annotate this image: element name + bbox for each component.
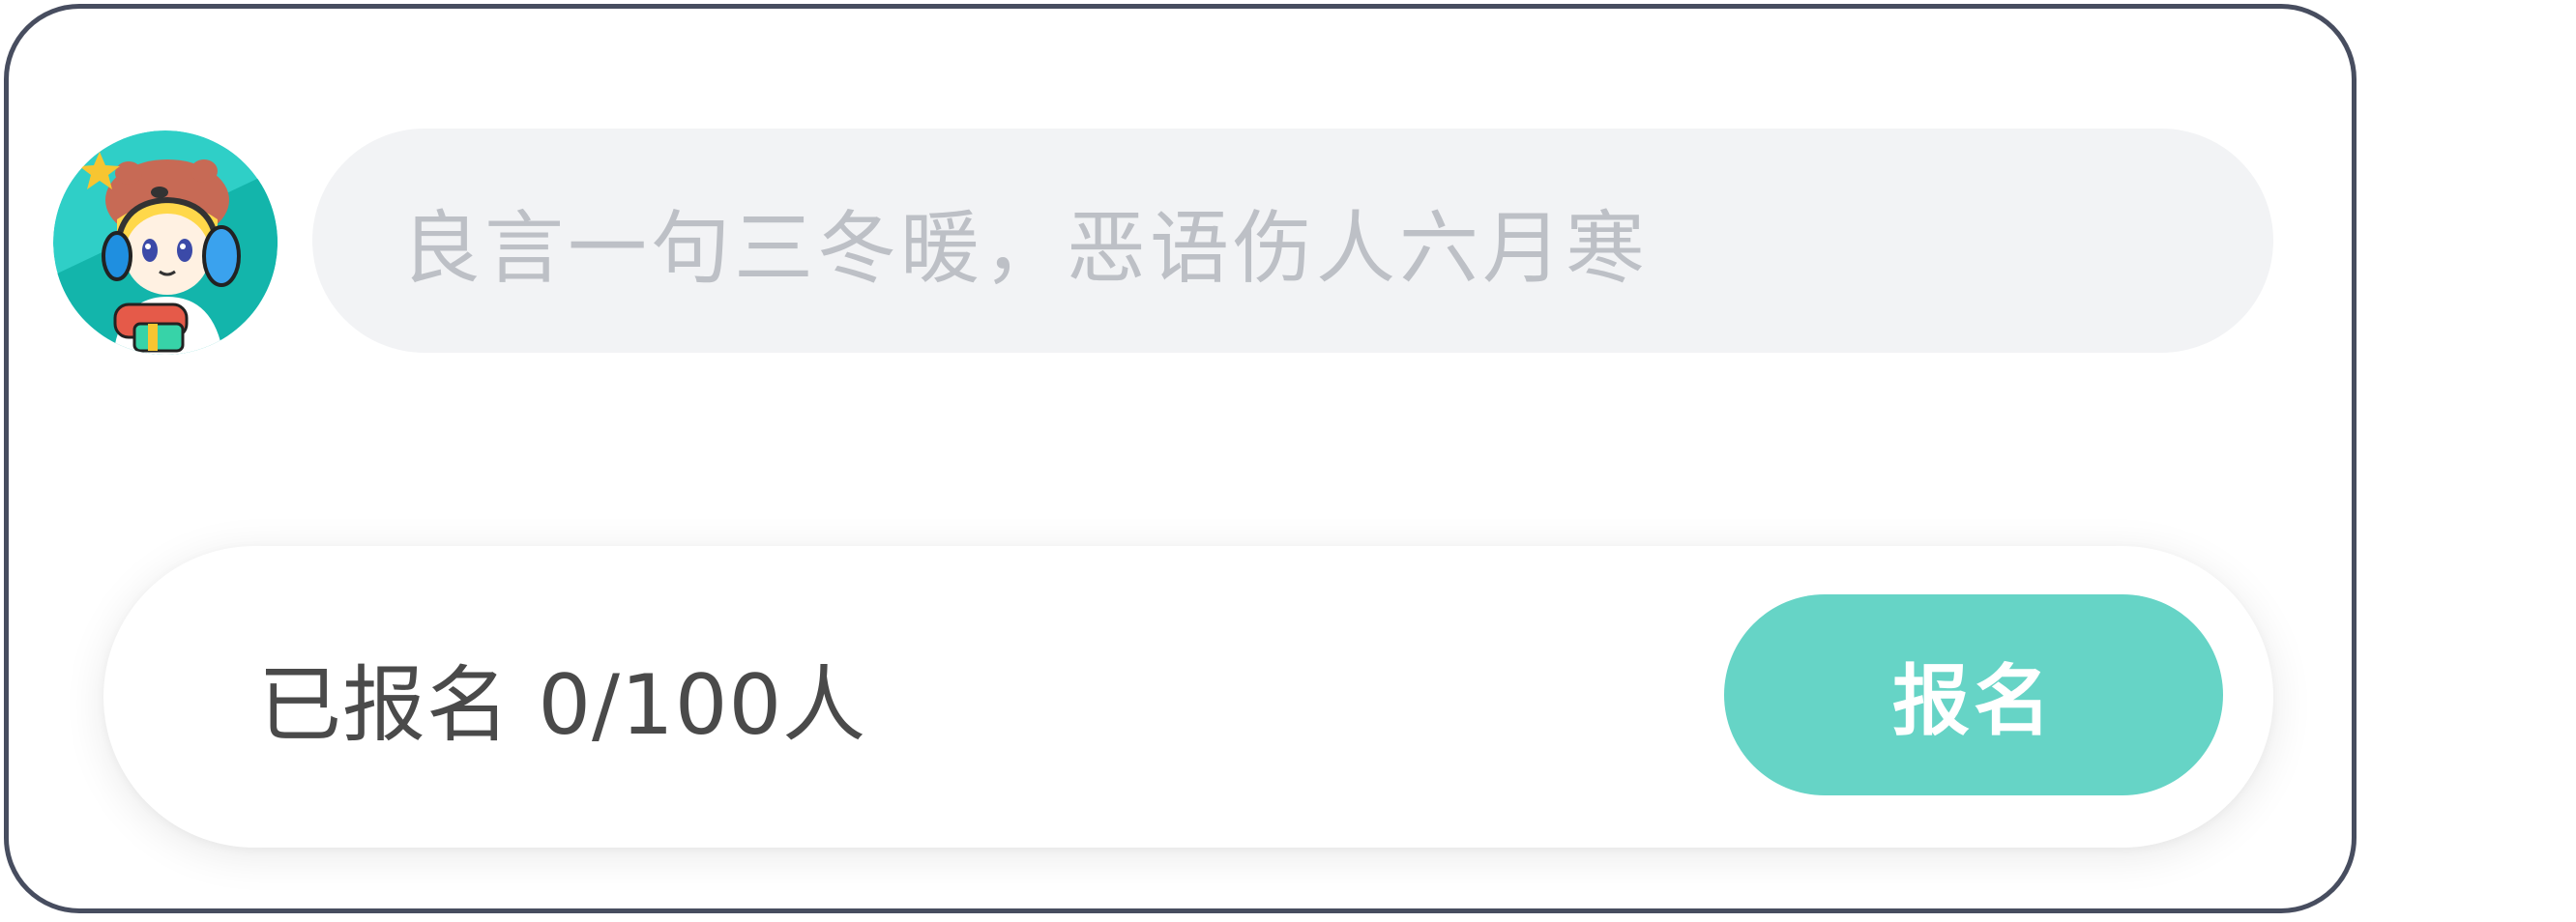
comment-input[interactable]: 良言一句三冬暖，恶语伤人六月寒	[312, 129, 2273, 353]
cartoon-character-icon	[53, 130, 278, 355]
comment-signup-card: 良言一句三冬暖，恶语伤人六月寒 已报名 0/100人 报名	[4, 4, 2356, 913]
comment-placeholder: 良言一句三冬暖，恶语伤人六月寒	[401, 202, 1650, 295]
signup-count: 已报名 0/100人	[258, 656, 867, 754]
signup-bar: 已报名 0/100人 报名	[103, 546, 2273, 848]
avatar[interactable]	[53, 130, 278, 355]
signup-button[interactable]: 报名	[1724, 594, 2223, 795]
